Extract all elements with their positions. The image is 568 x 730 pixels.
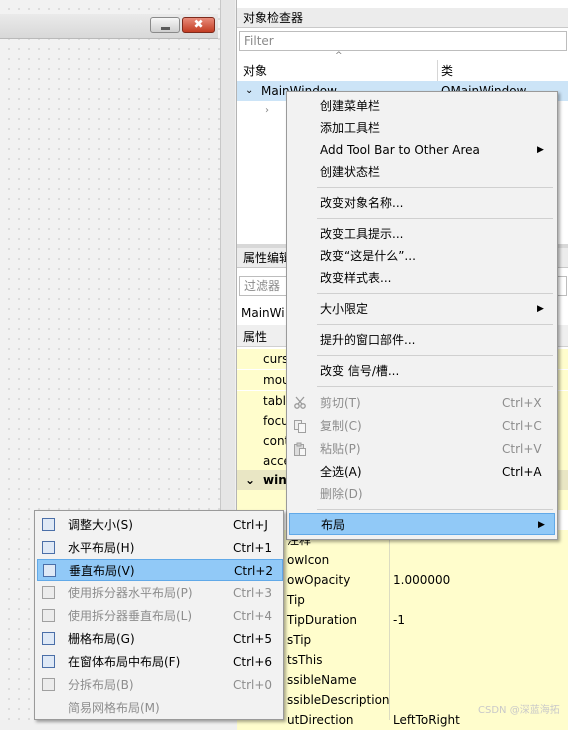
menu-item-delete[interactable]: 删除(D) (289, 483, 555, 505)
column-class[interactable]: 类 (441, 61, 453, 81)
splitter-horizontal-icon (42, 586, 55, 599)
menu-item-change-object-name[interactable]: 改变对象名称... (289, 192, 555, 214)
expand-icon: ⌄ (245, 85, 254, 96)
property-row[interactable]: TipDuration -1 (237, 610, 568, 630)
menu-item-adjust-size[interactable]: 调整大小(S) Ctrl+J (37, 514, 283, 536)
property-row[interactable]: owIcon (237, 550, 568, 570)
sort-indicator-icon: ^ (335, 51, 343, 61)
object-inspector-title: 对象检查器 (237, 8, 568, 28)
collapse-arrow-icon: › (265, 105, 269, 116)
menu-item-add-toolbar-other-area[interactable]: Add Tool Bar to Other Area ▶ (289, 139, 555, 161)
menu-separator (317, 293, 553, 294)
menu-item-change-stylesheet[interactable]: 改变样式表... (289, 267, 555, 289)
submenu-arrow-icon: ▶ (537, 145, 544, 155)
grid-layout-icon (42, 632, 55, 645)
vertical-layout-icon (43, 564, 56, 577)
menu-item-form-layout[interactable]: 在窗体布局中布局(F) Ctrl+6 (37, 651, 283, 673)
submenu-arrow-icon: ▶ (537, 304, 544, 314)
menu-separator (317, 324, 553, 325)
menu-item-select-all[interactable]: 全选(A) Ctrl+A (289, 461, 555, 483)
expand-icon: ⌄ (245, 473, 256, 487)
close-button[interactable]: ✖ (182, 17, 215, 33)
copy-icon (294, 420, 306, 433)
menu-item-add-toolbar[interactable]: 添加工具栏 (289, 117, 555, 139)
close-icon: ✖ (193, 17, 204, 31)
splitter-vertical-icon (42, 609, 55, 622)
property-row[interactable]: sTip (237, 630, 568, 650)
menu-item-change-signals-slots[interactable]: 改变 信号/槽... (289, 360, 555, 382)
break-layout-icon (42, 678, 55, 691)
paste-icon (294, 442, 306, 456)
minimize-button[interactable] (150, 17, 180, 33)
object-filter-input[interactable]: Filter (239, 31, 567, 51)
property-object-line: MainWi (241, 306, 285, 320)
horizontal-layout-icon (42, 541, 55, 554)
menu-item-simplify-grid[interactable]: 简易网格布局(M) (37, 697, 283, 719)
menu-item-promote-widget[interactable]: 提升的窗口部件... (289, 329, 555, 351)
property-row[interactable]: ssibleName (237, 670, 568, 690)
menu-separator (317, 355, 553, 356)
column-divider (437, 60, 438, 82)
menu-item-break-layout[interactable]: 分拆布局(B) Ctrl+0 (37, 674, 283, 696)
menu-item-splitter-vertical[interactable]: 使用拆分器垂直布局(L) Ctrl+4 (37, 605, 283, 627)
form-titlebar: ✖ (0, 14, 218, 39)
menu-separator (317, 509, 553, 510)
menu-separator (317, 187, 553, 188)
menu-item-paste[interactable]: 粘贴(P) Ctrl+V (289, 438, 555, 460)
context-menu: 创建菜单栏 添加工具栏 Add Tool Bar to Other Area ▶ … (286, 91, 558, 540)
menu-item-change-tooltip[interactable]: 改变工具提示... (289, 223, 555, 245)
menu-separator (317, 386, 553, 387)
scissors-icon (294, 396, 306, 409)
menu-item-vertical-layout[interactable]: 垂直布局(V) Ctrl+2 (37, 559, 283, 581)
menu-item-copy[interactable]: 复制(C) Ctrl+C (289, 415, 555, 437)
menu-item-layout[interactable]: 布局 ▶ (289, 513, 555, 535)
menu-item-horizontal-layout[interactable]: 水平布局(H) Ctrl+1 (37, 537, 283, 559)
menu-item-size-constraints[interactable]: 大小限定 ▶ (289, 298, 555, 320)
property-row[interactable]: Tip (237, 590, 568, 610)
menu-item-grid-layout[interactable]: 栅格布局(G) Ctrl+5 (37, 628, 283, 650)
menu-item-cut[interactable]: 剪切(T) Ctrl+X (289, 392, 555, 414)
menu-item-create-menubar[interactable]: 创建菜单栏 (289, 95, 555, 117)
property-row[interactable]: owOpacity 1.000000 (237, 570, 568, 590)
property-row[interactable]: tsThis (237, 650, 568, 670)
menu-item-splitter-horizontal[interactable]: 使用拆分器水平布局(P) Ctrl+3 (37, 582, 283, 604)
watermark: CSDN @深蓝海拓 (478, 705, 560, 716)
form-layout-icon (42, 655, 55, 668)
submenu-arrow-icon: ▶ (538, 520, 545, 530)
adjust-size-icon (42, 518, 55, 531)
layout-submenu: 调整大小(S) Ctrl+J 水平布局(H) Ctrl+1 垂直布局(V) Ctrl+… (34, 510, 284, 720)
column-property: 属性 (243, 330, 268, 344)
menu-item-create-statusbar[interactable]: 创建状态栏 (289, 161, 555, 183)
column-object[interactable]: 对象 (243, 61, 267, 81)
menu-separator (317, 218, 553, 219)
menu-item-change-whats-this[interactable]: 改变“这是什么”... (289, 245, 555, 267)
